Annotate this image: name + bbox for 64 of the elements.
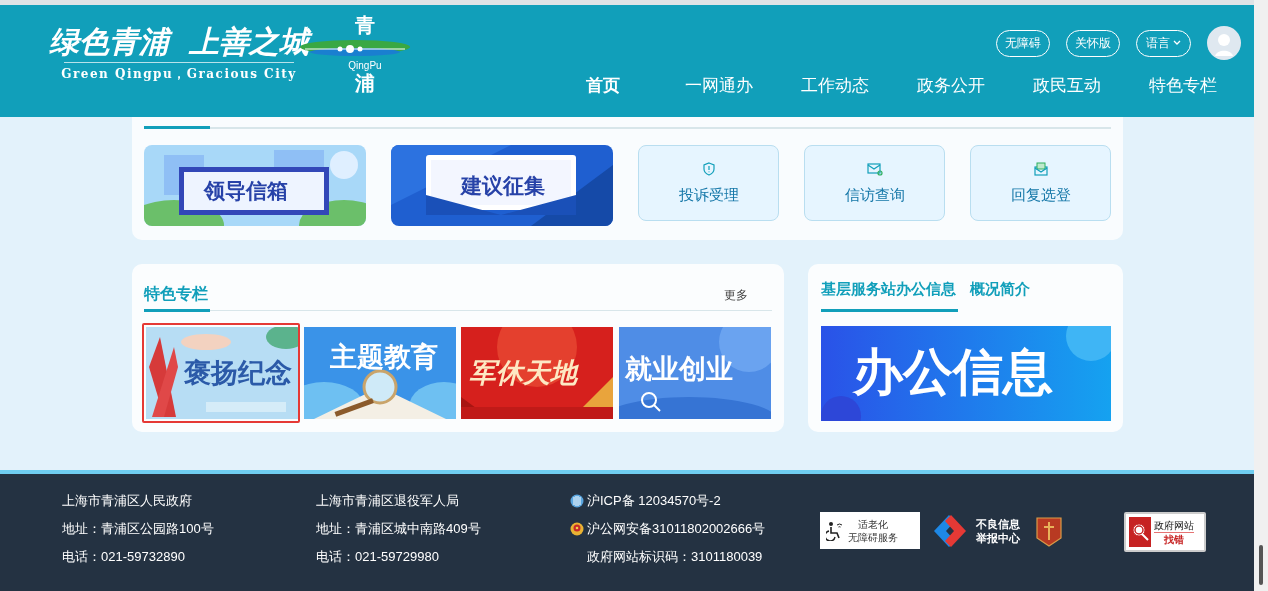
tile-title: 军休天地 [469, 357, 577, 389]
shield-icon [701, 162, 716, 176]
section-title: 特色专栏 [144, 282, 210, 312]
magnifier-icon [1129, 517, 1151, 547]
emblem-character: 浦 [355, 71, 375, 95]
envelope-icon [1033, 162, 1048, 176]
envelope-icon [866, 162, 883, 176]
service-label: 信访查询 [844, 186, 905, 204]
section-tab[interactable]: 概况简介 [970, 278, 1030, 312]
feature-tile[interactable]: 褒扬纪念 [142, 323, 300, 423]
badge-text: 举报中心 [976, 530, 1020, 545]
footer-text: 电话：021-59729980 [316, 548, 440, 566]
nav-tab[interactable]: 工作动态 [777, 73, 893, 99]
nav-tab[interactable]: 政务公开 [893, 73, 1009, 99]
banner-link[interactable]: 建议征集 [391, 145, 613, 226]
police-badge-icon [570, 522, 584, 536]
office-banner[interactable]: 办公信息 [821, 326, 1111, 421]
tile-title: 褒扬纪念 [184, 357, 292, 389]
section-tab[interactable]: 基层服务站办公信息 [821, 278, 958, 312]
service-label: 回复选登 [1010, 186, 1071, 204]
shield-emblem-icon [1036, 515, 1062, 547]
footer-text: 电话：021-59732890 [62, 548, 186, 566]
footer-text: 地址：青浦区公园路100号 [62, 520, 215, 538]
footer-text: 沪公网安备31011802002666号 [587, 520, 766, 538]
badge-text: 适老化 [858, 517, 888, 531]
elderly-service-badge[interactable]: 适老化 无障碍服务 [820, 512, 920, 549]
feature-tile[interactable]: 主题教育 [299, 323, 457, 423]
more-link[interactable]: 更多 [724, 286, 748, 310]
error-report-badge[interactable]: 政府网站 找错 [1124, 512, 1206, 552]
service-label: 投诉受理 [678, 186, 739, 204]
footer-text: 上海市青浦区人民政府 [62, 492, 193, 510]
badge-text: 不良信息 [976, 516, 1020, 531]
avatar-icon [1207, 26, 1241, 60]
banner-title: 办公信息 [853, 343, 1053, 402]
footer-text: 政府网站标识码：3101180039 [587, 548, 763, 566]
registration-icon [570, 494, 584, 508]
badge-text: 找错 [1164, 532, 1184, 546]
banner-title: 建议征集 [461, 173, 545, 199]
banner-title: 领导信箱 [204, 178, 288, 204]
footer-text: 地址：青浦区城中南路409号 [316, 520, 482, 538]
feature-tile[interactable]: 军休天地 [457, 323, 615, 423]
chevron-icon [1173, 40, 1181, 46]
service-button[interactable]: 回复选登 [970, 145, 1111, 221]
tile-title: 主题教育 [329, 341, 438, 373]
badge-text: 政府网站 [1154, 518, 1194, 533]
footer-text: 上海市青浦区退役军人局 [316, 492, 460, 510]
wheelchair-icon [826, 520, 844, 541]
tile-title: 就业创业 [624, 353, 733, 385]
footer-text: 沪ICP备 12034570号-2 [587, 492, 721, 510]
service-button[interactable]: 信访查询 [804, 145, 945, 221]
diamond-logo-icon [932, 514, 968, 547]
scrollbar[interactable] [1254, 0, 1268, 591]
emblem-character: 青 [355, 13, 375, 37]
report-center-badge[interactable]: 不良信息 举报中心 [932, 512, 1020, 549]
nav-tab[interactable]: 首页 [545, 73, 661, 99]
feature-tile[interactable]: 就业创业 [614, 323, 772, 423]
nav-tab[interactable]: 政民互动 [1009, 73, 1125, 99]
banner-link[interactable]: 领导信箱 [144, 145, 366, 226]
emblem-caption: QingPu [348, 60, 382, 71]
nav-tab[interactable]: 一网通办 [661, 73, 777, 99]
slogan-subtitle: Green Qingpu，Gracious City [61, 66, 297, 83]
nav-tab[interactable]: 特色专栏 [1125, 73, 1241, 99]
badge-text: 无障碍服务 [848, 530, 898, 544]
service-button[interactable]: 投诉受理 [638, 145, 779, 221]
